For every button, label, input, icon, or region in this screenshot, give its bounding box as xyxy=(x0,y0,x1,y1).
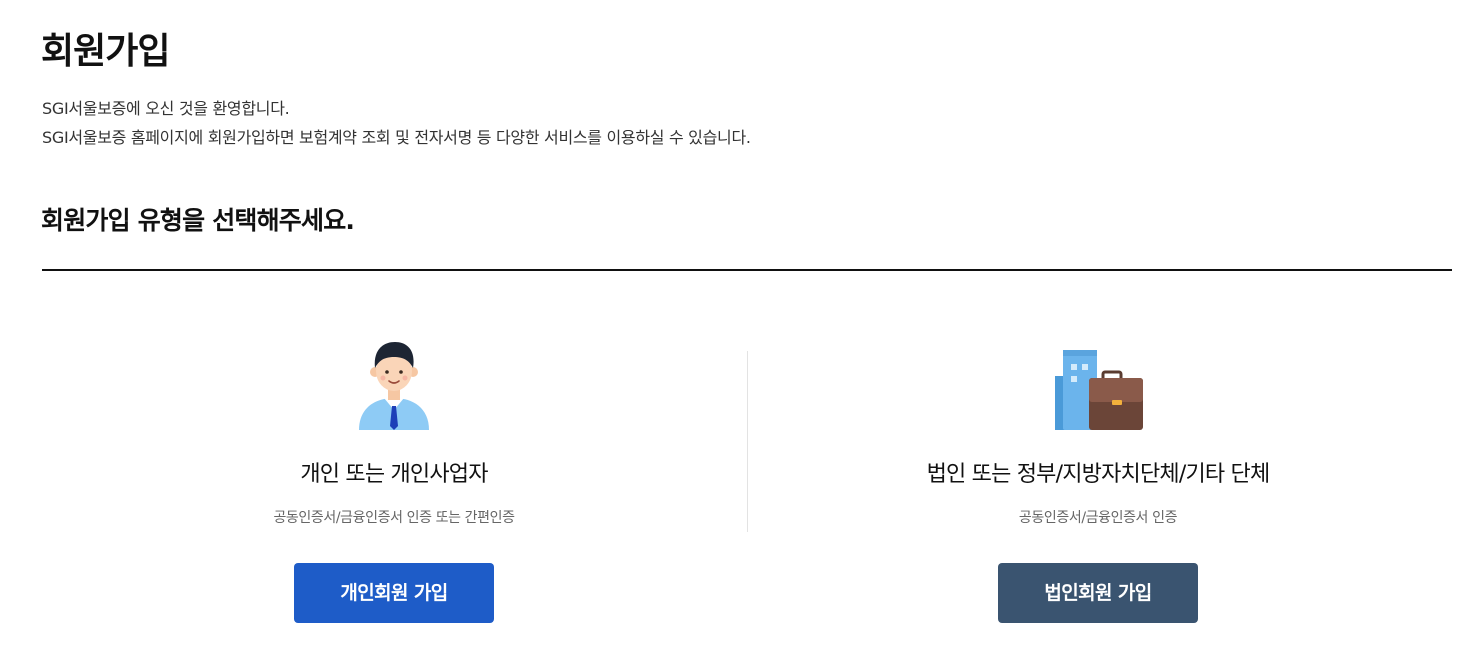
corporate-option-card: 법인 또는 정부/지방자치단체/기타 단체 공동인증서/금융인증서 인증 법인회… xyxy=(798,330,1398,623)
corporate-option-description: 공동인증서/금융인증서 인증 xyxy=(1018,510,1178,526)
person-icon xyxy=(359,342,429,430)
intro-welcome: SGI서울보증에 오신 것을 환영합니다. xyxy=(42,99,290,118)
personal-option-card: 개인 또는 개인사업자 공동인증서/금융인증서 인증 또는 간편인증 개인회원 … xyxy=(94,330,694,623)
signup-page: 회원가입 SGI서울보증에 오신 것을 환영합니다. SGI서울보증 홈페이지에… xyxy=(0,0,1471,646)
section-title: 회원가입 유형을 선택해주세요. xyxy=(41,206,355,235)
intro-text: SGI서울보증에 오신 것을 환영합니다. SGI서울보증 홈페이지에 회원가입… xyxy=(42,94,751,152)
page-title: 회원가입 xyxy=(41,31,170,72)
corporate-option-title: 법인 또는 정부/지방자치단체/기타 단체 xyxy=(926,462,1271,487)
personal-join-button[interactable]: 개인회원 가입 xyxy=(294,563,494,623)
column-divider xyxy=(747,351,748,532)
building-briefcase-icon xyxy=(1055,350,1143,430)
corporate-join-button[interactable]: 법인회원 가입 xyxy=(998,563,1198,623)
personal-option-description: 공동인증서/금융인증서 인증 또는 간편인증 xyxy=(273,510,515,526)
section-divider xyxy=(42,269,1452,271)
intro-description: SGI서울보증 홈페이지에 회원가입하면 보험계약 조회 및 전자서명 등 다양… xyxy=(42,128,751,147)
personal-option-title: 개인 또는 개인사업자 xyxy=(300,462,488,487)
